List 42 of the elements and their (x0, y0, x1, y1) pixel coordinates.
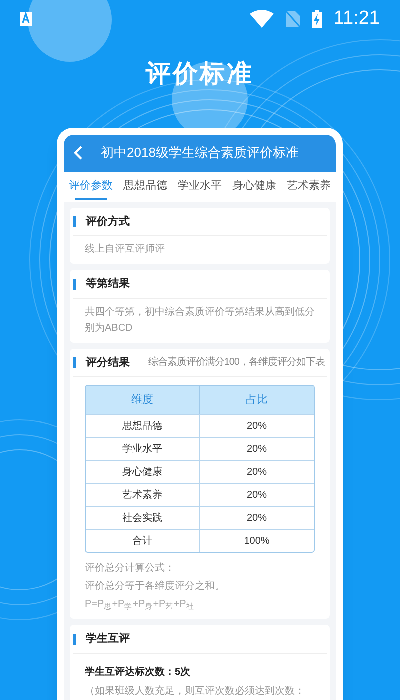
table-cell-text: 20% (246, 488, 268, 502)
section-note: 综合素质评价满分100，各维度评分如下表 (148, 356, 325, 370)
column-header: 占比 (245, 392, 269, 408)
formula-text: P=P$_{思}$+P$_{学}$+P$_{身}$+P$_{艺}$+P$_{社}$ (85, 598, 196, 613)
heading-marker (73, 357, 76, 368)
app-icon (20, 12, 32, 26)
column-header: 维度 (86, 386, 200, 414)
page-title: 评价标准 (146, 59, 254, 90)
tab[interactable]: 艺术素养 (285, 172, 333, 202)
heading-marker (73, 634, 76, 645)
body-text: 评价总分等于各维度评分之和。 (85, 580, 226, 594)
table-cell: 合计 (86, 530, 200, 552)
heading-marker (73, 216, 76, 228)
tab[interactable]: 思想品德 (122, 172, 170, 202)
section-title: 等第结果 (86, 276, 130, 292)
section-title: 评分结果 (86, 356, 130, 370)
back-icon[interactable] (74, 146, 83, 160)
body-text: 线上自评互评师评 (85, 242, 166, 257)
body-text: 共四个等第，初中综合素质评价等第结果从高到低分别为ABCD (85, 306, 315, 336)
battery-charging-icon (312, 10, 322, 28)
table-cell: 艺术素养 (86, 484, 200, 506)
app-title: 初中2018级学生综合素质评价标准 (101, 144, 299, 162)
table-cell: 思想品德 (86, 415, 200, 437)
table-cell: 社会实践 (86, 507, 200, 529)
table-cell: 身心健康 (86, 461, 200, 483)
section-title: 评价方式 (86, 214, 130, 230)
heading-marker (73, 278, 76, 290)
table-cell-text: 20% (246, 512, 268, 526)
table-cell-text: 100% (243, 534, 271, 548)
body-text: 评价总分计算公式： (85, 562, 176, 576)
no-sim-icon (286, 11, 300, 27)
table-cell-text: 20% (246, 466, 268, 480)
table-cell-text: 20% (246, 420, 268, 434)
wifi-icon (250, 10, 274, 28)
table-cell-text: 20% (246, 442, 268, 456)
body-text: （如果班级人数充足，则互评次数必须达到次数： (85, 684, 306, 698)
tab[interactable]: 身心健康 (230, 172, 278, 202)
emphasis-text: 学生互评达标次数：5次 (85, 666, 192, 680)
section-title: 学生互评 (86, 632, 130, 647)
status-time: 11:21 (334, 6, 380, 31)
tab[interactable]: 学业水平 (176, 172, 224, 202)
table-cell: 学业水平 (86, 438, 200, 460)
